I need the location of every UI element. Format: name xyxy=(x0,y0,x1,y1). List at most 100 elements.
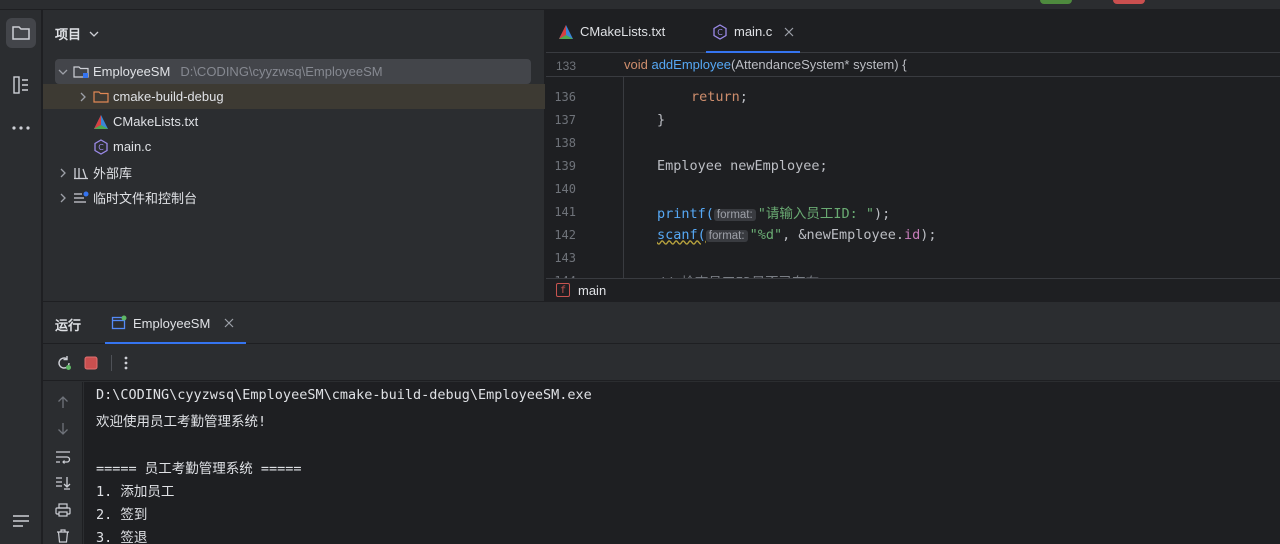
breadcrumb[interactable]: f main xyxy=(546,278,1280,301)
project-panel-header[interactable]: 项目 xyxy=(55,24,99,43)
run-panel-header: 运行 EmployeeSM xyxy=(43,302,1280,344)
toolbar-separator xyxy=(111,355,112,371)
more-tools-button[interactable] xyxy=(6,113,36,143)
tab-label: CMakeLists.txt xyxy=(580,24,666,39)
scroll-up-button[interactable] xyxy=(53,392,73,412)
project-panel: 项目 EmployeeSM D:\CODING\cyyzwsq\Employee… xyxy=(43,10,545,301)
tree-item-cmakelists[interactable]: CMakeLists.txt xyxy=(43,109,545,134)
structure-icon xyxy=(13,76,28,94)
structure-tool-button[interactable] xyxy=(6,70,36,100)
sticky-scroll-header[interactable]: 133 void addEmployee(AttendanceSystem* s… xyxy=(546,55,1280,77)
project-panel-title: 项目 xyxy=(55,27,82,42)
stop-button[interactable] xyxy=(82,354,100,372)
tree-item-label: EmployeeSM xyxy=(93,64,171,79)
stop-indicator[interactable] xyxy=(1113,0,1145,4)
sticky-code: void addEmployee(AttendanceSystem* syste… xyxy=(624,57,907,72)
tab-main-c[interactable]: C main.c xyxy=(705,10,801,53)
folder-icon xyxy=(93,90,109,103)
svg-text:C: C xyxy=(98,143,104,152)
tree-item-cmake-build-debug[interactable]: cmake-build-debug xyxy=(43,84,545,109)
tab-label: main.c xyxy=(734,24,773,39)
chevron-right-icon xyxy=(80,92,86,101)
arrow-down-icon xyxy=(58,423,68,435)
code-line: 140 xyxy=(554,181,576,196)
parameter-hint: format: xyxy=(713,208,756,221)
svg-text:C: C xyxy=(717,28,723,37)
editor-panel: CMakeLists.txt C main.c 133 void addEmpl… xyxy=(546,10,1280,301)
run-panel-title: 运行 xyxy=(55,318,82,333)
chevron-down-icon xyxy=(58,69,68,75)
code-area[interactable]: 136 return; 137 } 138 139 Employee newEm… xyxy=(546,55,1280,281)
code-line: 142 scanf(format: "%d", &newEmployee.id); xyxy=(554,226,937,243)
tab-cmakelists[interactable]: CMakeLists.txt xyxy=(558,10,665,53)
close-icon[interactable] xyxy=(224,318,234,328)
parameter-hint: format: xyxy=(705,229,748,242)
code-line: 137 } xyxy=(554,111,666,128)
tree-item-label: 临时文件和控制台 xyxy=(93,191,198,206)
console-line: 欢迎使用员工考勤管理系统! xyxy=(96,414,267,430)
tree-item-label: main.c xyxy=(113,139,152,154)
run-indicator[interactable] xyxy=(1040,0,1072,4)
scroll-down-button[interactable] xyxy=(53,419,73,439)
module-folder-icon xyxy=(73,65,89,78)
run-config-icon xyxy=(111,315,127,330)
project-tool-button[interactable] xyxy=(6,18,36,48)
cmake-icon xyxy=(559,24,573,39)
cmake-icon xyxy=(94,114,108,129)
lines-icon xyxy=(13,515,29,527)
tree-item-external-libs[interactable]: 外部库 xyxy=(43,160,545,185)
c-file-icon: C xyxy=(94,138,108,155)
chevron-right-icon xyxy=(60,193,66,202)
code-line: 136 return; xyxy=(554,88,748,105)
code-line: 143 xyxy=(554,250,576,265)
indent-guide xyxy=(623,77,624,282)
tree-item-main-c[interactable]: C main.c xyxy=(43,134,545,159)
run-panel: 运行 EmployeeSM D:\CODING\cyyzwsq\Employee… xyxy=(43,302,1280,544)
breadcrumb-item[interactable]: main xyxy=(578,283,606,298)
project-path: D:\CODING\cyyzwsq\EmployeeSM xyxy=(180,64,383,79)
title-bar xyxy=(0,0,1280,10)
print-icon xyxy=(55,503,71,517)
print-button[interactable] xyxy=(53,500,73,520)
console-line: 1. 添加员工 xyxy=(96,484,175,500)
stop-icon xyxy=(84,356,98,370)
rerun-icon xyxy=(58,356,71,370)
code-line: 138 xyxy=(554,135,576,150)
close-icon[interactable] xyxy=(784,27,794,37)
c-file-icon: C xyxy=(713,23,727,40)
soft-wrap-button[interactable] xyxy=(53,447,73,467)
editor-tabs: CMakeLists.txt C main.c xyxy=(546,10,1280,53)
console-side-toolbar xyxy=(43,382,83,544)
more-options-button[interactable] xyxy=(117,354,135,372)
code-line: 141 printf(format: "请输入员工ID: "); xyxy=(554,204,891,222)
console-line: 2. 签到 xyxy=(96,507,148,523)
tree-item-label: 外部库 xyxy=(93,166,133,181)
library-icon xyxy=(74,167,88,179)
clear-console-button[interactable] xyxy=(53,526,73,544)
tree-item-scratches[interactable]: 临时文件和控制台 xyxy=(43,185,545,210)
rerun-button[interactable] xyxy=(55,354,73,372)
folder-icon xyxy=(12,26,30,40)
run-tab-label: EmployeeSM xyxy=(133,315,211,331)
trash-icon xyxy=(57,529,69,543)
run-toolbar xyxy=(43,345,1280,381)
more-icon xyxy=(12,126,30,130)
more-vertical-icon xyxy=(124,356,128,370)
console-line: D:\CODING\cyyzwsq\EmployeeSM\cmake-build… xyxy=(96,387,592,403)
bottom-tool-button[interactable] xyxy=(6,506,36,536)
tree-item-label: cmake-build-debug xyxy=(113,89,224,104)
scroll-to-end-button[interactable] xyxy=(53,473,73,493)
console-line: 3. 签退 xyxy=(96,530,148,544)
console-line: ===== 员工考勤管理系统 ===== xyxy=(96,461,302,477)
chevron-right-icon xyxy=(60,168,66,177)
tree-item-project-root[interactable]: EmployeeSM D:\CODING\cyyzwsq\EmployeeSM xyxy=(55,59,531,84)
tree-item-label: CMakeLists.txt xyxy=(113,114,199,129)
soft-wrap-icon xyxy=(56,451,71,464)
tool-window-bar xyxy=(0,10,42,544)
scratches-icon xyxy=(74,191,89,203)
run-tab-employeesm[interactable]: EmployeeSM xyxy=(104,302,247,344)
code-line: 139 Employee newEmployee; xyxy=(554,157,828,174)
line-number: 133 xyxy=(555,58,576,73)
console-output[interactable]: D:\CODING\cyyzwsq\EmployeeSM\cmake-build… xyxy=(84,382,1280,544)
chevron-down-icon xyxy=(89,31,99,37)
